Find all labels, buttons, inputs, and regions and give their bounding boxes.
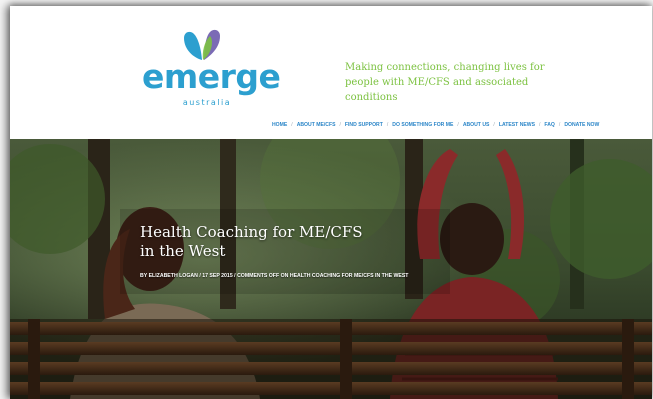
meta-prefix: BY bbox=[140, 273, 148, 279]
nav-item-donate-now[interactable]: DONATE NOW bbox=[564, 122, 599, 128]
post-date: 17 SEP 2015 bbox=[202, 273, 233, 279]
main-nav: HOME / ABOUT ME/CFS / FIND SUPPORT / DO … bbox=[272, 119, 599, 131]
nav-separator: / bbox=[457, 122, 459, 128]
logo-wordmark: emerge bbox=[142, 57, 281, 96]
nav-item-faq[interactable]: FAQ bbox=[544, 122, 554, 128]
meta-separator: / bbox=[199, 273, 201, 279]
nav-separator: / bbox=[339, 122, 341, 128]
hero-banner: Health Coaching for ME/CFS in the West B… bbox=[10, 139, 652, 399]
nav-separator: / bbox=[493, 122, 495, 128]
nav-item-about-mecfs[interactable]: ABOUT ME/CFS bbox=[297, 122, 336, 128]
nav-item-find-support[interactable]: FIND SUPPORT bbox=[345, 122, 383, 128]
site-tagline: Making connections, changing lives for p… bbox=[345, 62, 545, 103]
browser-page: emerge australia Making connections, cha… bbox=[10, 6, 652, 399]
nav-item-latest-news[interactable]: LATEST NEWS bbox=[499, 122, 535, 128]
nav-separator: / bbox=[386, 122, 389, 128]
nav-item-about-us[interactable]: ABOUT US bbox=[463, 122, 490, 128]
nav-separator: / bbox=[558, 122, 561, 128]
nav-item-home[interactable]: HOME bbox=[272, 122, 287, 128]
author-link[interactable]: ELIZABETH LOGAN bbox=[149, 273, 198, 279]
comments-suffix: ON HEALTH COACHING FOR ME/CFS IN THE WES… bbox=[280, 273, 409, 279]
hero-photo bbox=[10, 139, 652, 399]
nav-item-do-something[interactable]: DO SOMETHING FOR ME bbox=[392, 122, 453, 128]
logo-subtitle: australia bbox=[182, 98, 232, 107]
nav-separator: / bbox=[291, 122, 293, 128]
meta-separator: / bbox=[234, 273, 236, 279]
site-logo[interactable]: emerge australia bbox=[142, 28, 281, 114]
post-meta: BY ELIZABETH LOGAN / 17 SEP 2015 / COMME… bbox=[140, 273, 408, 279]
site-header: emerge australia Making connections, cha… bbox=[10, 6, 652, 139]
nav-separator: / bbox=[538, 122, 541, 128]
post-title[interactable]: Health Coaching for ME/CFS in the West bbox=[140, 223, 380, 261]
comments-status: COMMENTS OFF bbox=[237, 273, 280, 279]
